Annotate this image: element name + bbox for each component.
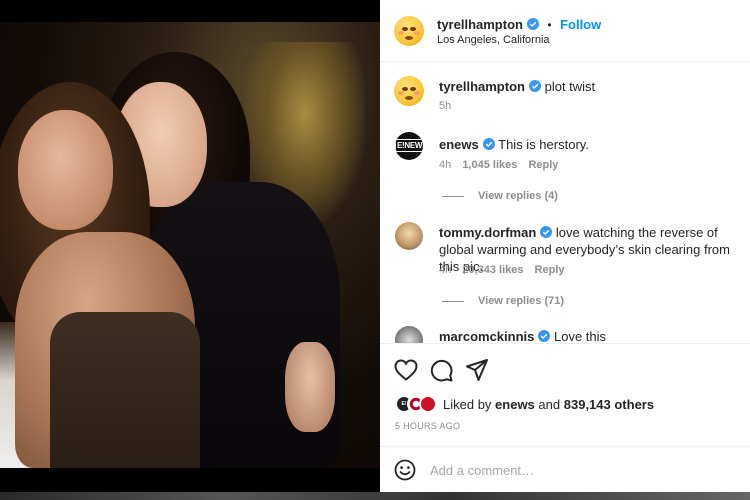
verified-icon [538, 330, 551, 342]
marco-avatar[interactable] [395, 326, 423, 343]
emoji-icon[interactable] [394, 459, 416, 481]
comment-icon[interactable] [430, 359, 453, 382]
post-timestamp[interactable]: 5 HOURS AGO [395, 421, 460, 431]
likes-summary: E! Liked by enews and 839,143 others [395, 395, 745, 415]
photo-hand [285, 342, 335, 432]
comment-age: 4h [439, 159, 452, 171]
liker-avatar[interactable] [419, 395, 437, 413]
caption-text: plot twist [544, 79, 596, 94]
enews-avatar[interactable]: E!NEWS [395, 132, 423, 160]
post-actions [380, 345, 750, 395]
post-side-panel: tyrellhampton • Follow Los Angeles, Cali… [380, 0, 750, 492]
photo-person-left-dress [50, 312, 200, 468]
comment-input[interactable]: Add a comment… [430, 463, 534, 478]
verified-icon [528, 80, 541, 92]
comment-username[interactable]: marcomckinnis [439, 329, 534, 343]
liked-by-others[interactable]: 839,143 others [564, 397, 654, 412]
verified-icon [526, 18, 539, 30]
post-media-area [0, 0, 380, 500]
comment-username[interactable]: enews [439, 137, 479, 152]
comment-text: This is herstory. [498, 137, 589, 152]
heart-icon[interactable] [394, 359, 418, 381]
comment-likes[interactable]: 20,343 likes [462, 264, 523, 276]
background-strip [0, 492, 750, 500]
tommy-avatar[interactable] [395, 222, 423, 250]
author-username[interactable]: tyrellhampton [437, 17, 523, 32]
comment-username[interactable]: tommy.dorfman [439, 225, 536, 240]
comment-text: Love this [554, 329, 607, 344]
comments-list[interactable]: tyrellhampton plot twist 5h E!NEWS enews… [380, 62, 750, 344]
photo-person-left-face [18, 110, 113, 230]
caption-age: 5h [439, 100, 452, 112]
comment-age: 4h [439, 264, 452, 276]
liked-by-user[interactable]: enews [495, 397, 535, 412]
follow-button[interactable]: Follow [560, 17, 601, 32]
view-replies-button[interactable]: View replies (71) [442, 295, 564, 307]
caption-avatar[interactable] [394, 76, 424, 106]
reply-button[interactable]: Reply [535, 264, 565, 276]
post-location[interactable]: Los Angeles, California [437, 34, 550, 46]
author-avatar[interactable] [394, 16, 424, 46]
liked-by-connector: and [538, 397, 561, 412]
view-replies-button[interactable]: View replies (4) [442, 190, 558, 202]
verified-icon [540, 226, 553, 238]
share-icon[interactable] [466, 359, 488, 381]
post-header: tyrellhampton • Follow Los Angeles, Cali… [380, 0, 750, 62]
add-comment-bar: Add a comment… [380, 446, 750, 492]
post-photo[interactable] [0, 22, 380, 468]
comment-likes[interactable]: 1,045 likes [462, 159, 517, 171]
liked-by-prefix: Liked by [443, 397, 492, 412]
caption-username[interactable]: tyrellhampton [439, 79, 525, 94]
verified-icon [482, 138, 495, 150]
reply-button[interactable]: Reply [528, 159, 558, 171]
header-separator: • [547, 18, 552, 32]
